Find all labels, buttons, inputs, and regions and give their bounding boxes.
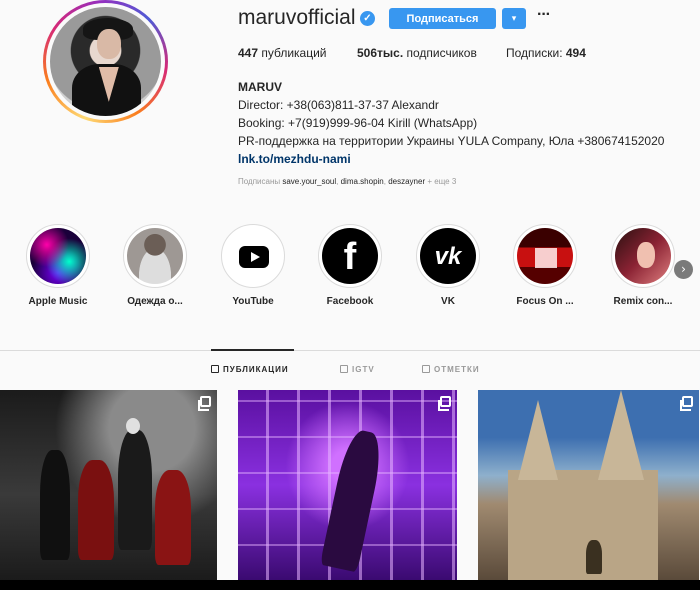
bio-line-booking: Booking: +7(919)999-96-04 Kirill (WhatsA…: [238, 116, 478, 130]
tab-label: ПУБЛИКАЦИИ: [223, 365, 289, 374]
post-cathedral-shape: [508, 470, 658, 580]
facebook-icon: f: [322, 228, 378, 284]
tab-label: IGTV: [352, 365, 375, 374]
youtube-icon: [225, 228, 281, 284]
followers-count: 506тыс.: [357, 46, 404, 60]
post-figure-shape: [40, 450, 70, 560]
avatar-image: [50, 7, 161, 116]
grid-icon: [211, 365, 219, 373]
highlight-ring: [221, 224, 285, 288]
clothing-highlight-icon: [127, 228, 183, 284]
highlight-clothing[interactable]: Одежда о...: [115, 224, 195, 307]
highlight-ring: [123, 224, 187, 288]
highlight-label: Одежда о...: [127, 296, 183, 307]
multiple-photos-icon: [680, 396, 693, 411]
highlight-vk[interactable]: vk VK: [408, 224, 488, 307]
highlight-label: Remix con...: [613, 296, 673, 307]
bio-line-director: Director: +38(063)811-37-37 Alexandr: [238, 98, 439, 112]
tab-igtv[interactable]: IGTV: [340, 365, 375, 374]
followed-by-prefix: Подписаны: [238, 177, 283, 186]
highlight-remix[interactable]: Remix con...: [603, 224, 683, 307]
followers-label: подписчиков: [403, 46, 477, 60]
followed-by-line[interactable]: Подписаны save.your_soul, dima.shopin, d…: [238, 177, 456, 186]
bottom-bar: [0, 580, 700, 590]
highlight-label: VK: [441, 296, 455, 307]
remix-highlight-icon: [615, 228, 671, 284]
avatar-frame: [46, 3, 165, 120]
followed-by-user[interactable]: deszayner: [388, 177, 425, 186]
focus-door-shape: [535, 248, 557, 268]
following-count: 494: [565, 46, 586, 60]
highlight-label: Focus On ...: [516, 296, 574, 307]
tab-tagged[interactable]: ОТМЕТКИ: [422, 365, 480, 374]
tab-label: ОТМЕТКИ: [434, 365, 480, 374]
post-figure-shape: [78, 460, 114, 560]
vk-icon: vk: [420, 228, 476, 284]
highlight-label: Facebook: [326, 296, 374, 307]
story-highlights: Apple Music Одежда о... YouTube f Facebo…: [0, 224, 700, 314]
apple-music-highlight-icon: [30, 228, 86, 284]
highlight-ring: vk: [416, 224, 480, 288]
highlight-ring: [611, 224, 675, 288]
active-tab-indicator: [211, 349, 294, 351]
bio-website-link[interactable]: lnk.to/mezhdu-nami: [238, 150, 664, 168]
profile-avatar[interactable]: [43, 0, 168, 123]
posts-count: 447: [238, 46, 259, 60]
avatar-face-shape: [96, 28, 122, 60]
highlight-label: Apple Music: [28, 296, 88, 307]
followed-by-more[interactable]: + еще 3: [425, 177, 456, 186]
post-figure-shape: [118, 430, 152, 550]
highlight-ring: [26, 224, 90, 288]
following-stat[interactable]: Подписки: 494: [506, 46, 586, 60]
highlight-youtube[interactable]: YouTube: [213, 224, 293, 307]
highlight-apple-music[interactable]: Apple Music: [18, 224, 98, 307]
bio-line-pr: PR-поддержка на территории Украины YULA …: [238, 134, 665, 148]
post-figure-shape: [126, 418, 140, 434]
bio-full-name: MARUV: [238, 80, 282, 94]
posts-label: публикаций: [258, 46, 327, 60]
post-thumbnail[interactable]: [0, 390, 217, 580]
highlight-focus-on[interactable]: Focus On ...: [505, 224, 585, 307]
highlight-ring: f: [318, 224, 382, 288]
post-thumbnail[interactable]: [478, 390, 699, 580]
more-options-icon[interactable]: ···: [537, 6, 551, 24]
post-figure-shape: [155, 470, 191, 565]
followed-by-user[interactable]: save.your_soul: [282, 177, 336, 186]
multiple-photos-icon: [438, 396, 451, 411]
tab-posts[interactable]: ПУБЛИКАЦИИ: [211, 365, 289, 374]
profile-bio: MARUV Director: +38(063)811-37-37 Alexan…: [238, 78, 664, 168]
highlight-facebook[interactable]: f Facebook: [310, 224, 390, 307]
suggestions-dropdown-button[interactable]: ▾: [502, 8, 526, 29]
followed-by-user[interactable]: dima.shopin: [341, 177, 384, 186]
posts-count-stat: 447 публикаций: [238, 46, 327, 60]
following-label: Подписки:: [506, 46, 566, 60]
highlight-label: YouTube: [232, 296, 274, 307]
chevron-right-icon[interactable]: ›: [674, 260, 693, 279]
igtv-icon: [340, 365, 348, 373]
remix-face-shape: [637, 242, 655, 268]
profile-username: maruvofficial: [238, 6, 356, 29]
tabs-divider: [0, 350, 700, 351]
post-spire-shape: [518, 400, 558, 480]
tagged-icon: [422, 365, 430, 373]
multiple-photos-icon: [198, 396, 211, 411]
highlight-ring: [513, 224, 577, 288]
focus-highlight-icon: [517, 228, 573, 284]
followers-stat[interactable]: 506тыс. подписчиков: [357, 46, 477, 60]
post-thumbnail[interactable]: [238, 390, 457, 580]
post-figure-shape: [586, 540, 602, 574]
follow-button[interactable]: Подписаться: [389, 8, 496, 29]
verified-badge-icon: ✓: [360, 11, 375, 26]
post-spire-shape: [598, 390, 644, 480]
youtube-play-shape: [239, 246, 269, 268]
